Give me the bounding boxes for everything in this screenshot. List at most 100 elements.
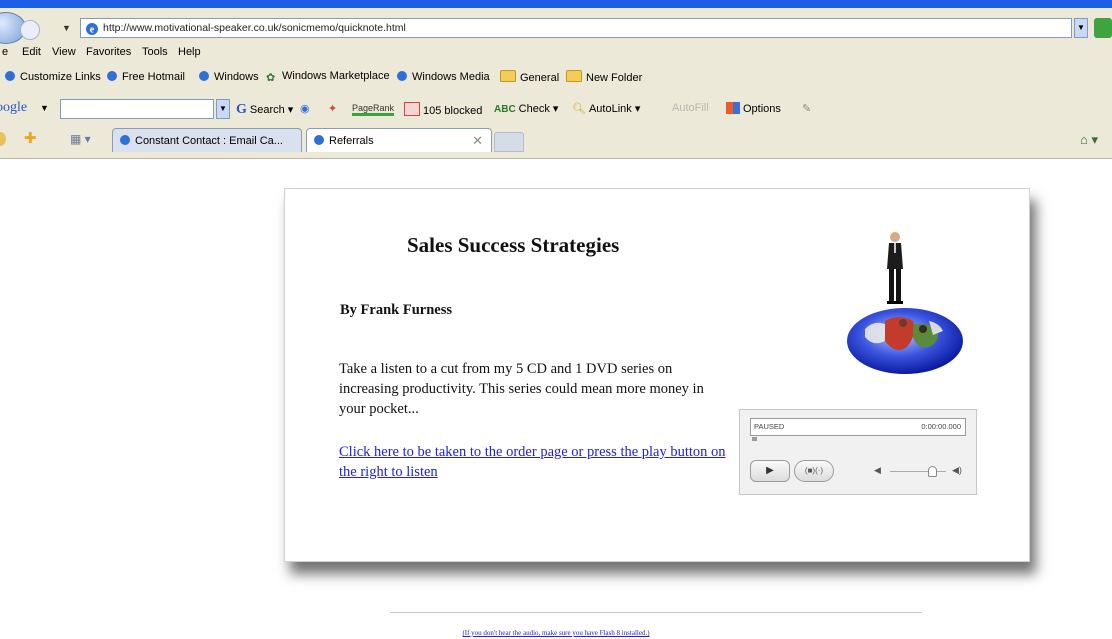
autolink-label: AutoLink	[588, 103, 632, 115]
go-button-icon[interactable]	[1094, 18, 1112, 38]
options-icon	[726, 102, 740, 114]
player-status-bar: PAUSED 0:00:00.000	[750, 418, 966, 436]
svg-text:e: e	[90, 25, 95, 36]
flash-notice-link[interactable]: (If you don't hear the audio, make sure …	[0, 629, 1112, 637]
play-button[interactable]: ▶	[750, 460, 790, 482]
google-logo[interactable]: oogle	[0, 100, 27, 116]
blocked-count: 105 blocked	[423, 105, 483, 117]
player-status: PAUSED	[754, 422, 785, 431]
new-tab-button[interactable]	[494, 132, 524, 152]
ie-icon	[107, 71, 117, 81]
popup-blocker-button[interactable]: 105 blocked	[404, 102, 482, 117]
ie-icon	[199, 71, 209, 81]
add-favorite-icon[interactable]: ✚	[24, 129, 37, 147]
ie-icon: e	[86, 23, 98, 36]
close-tab-icon[interactable]: ✕	[472, 133, 483, 149]
menu-file[interactable]: e	[2, 46, 8, 58]
windows-marketplace-icon: ✿	[266, 72, 276, 84]
google-g-icon: G	[236, 102, 247, 117]
tab-label: Referrals	[329, 135, 374, 147]
google-search-button[interactable]: G Search ▾	[236, 102, 293, 118]
link-label: General	[520, 72, 560, 84]
ie-icon	[397, 71, 407, 81]
pagerank-indicator[interactable]: PageRank	[352, 102, 395, 116]
content-card: Sales Success Strategies By Frank Furnes…	[284, 188, 1030, 562]
tab-label: Constant Contact : Email Ca...	[135, 135, 283, 147]
link-label: Windows Media	[412, 71, 490, 83]
link-new-folder[interactable]: New Folder	[566, 70, 642, 84]
links-bar: Customize Links Free Hotmail Windows ✿ Wi…	[0, 68, 1112, 88]
volume-high-icon: ◀)	[952, 465, 962, 475]
link-general[interactable]: General	[500, 70, 559, 84]
ie-icon	[5, 71, 15, 81]
link-label: Windows Marketplace	[282, 70, 390, 82]
seek-handle[interactable]	[752, 437, 757, 441]
stop-icon: (■)(·)	[804, 466, 824, 475]
autofill-button[interactable]: AutoFill	[672, 102, 709, 114]
link-label: Windows	[214, 71, 259, 83]
favorites-center-icon[interactable]	[0, 132, 6, 146]
spellcheck-button[interactable]: ABC Check ▾	[494, 102, 558, 115]
history-dropdown-icon[interactable]: ▼	[62, 23, 71, 33]
stop-rewind-button[interactable]: (■)(·)	[794, 460, 834, 482]
quick-tabs-icon[interactable]: ▦ ▾	[70, 132, 91, 146]
address-bar[interactable]: e http://www.motivational-speaker.co.uk/…	[80, 18, 1072, 38]
speaker-globe-image	[847, 232, 963, 374]
google-menu-dropdown-icon[interactable]: ▼	[40, 103, 49, 113]
folder-icon	[500, 70, 516, 82]
link-windows-marketplace[interactable]: ✿ Windows Marketplace	[266, 70, 390, 84]
footer-divider	[390, 612, 922, 613]
window-titlebar	[0, 0, 1112, 8]
spellcheck-label: Check	[518, 103, 550, 115]
google-search-input[interactable]	[60, 99, 214, 119]
folder-icon	[566, 70, 582, 82]
autofill-label: AutoFill	[672, 102, 709, 114]
order-page-link[interactable]: Click here to be taken to the order page…	[339, 442, 735, 482]
menu-tools[interactable]: Tools	[142, 46, 168, 58]
tab-constant-contact[interactable]: Constant Contact : Email Ca...	[112, 128, 302, 152]
page-title: Sales Success Strategies	[407, 233, 620, 257]
link-label: Customize Links	[20, 71, 101, 83]
google-search-dropdown-icon[interactable]: ▼	[216, 99, 230, 119]
volume-slider-track[interactable]	[890, 471, 946, 472]
home-icon[interactable]: ⌂ ▾	[1080, 132, 1098, 148]
autolink-icon: 🔍︎	[572, 103, 586, 115]
link-customize-links[interactable]: Customize Links	[4, 70, 101, 83]
tab-referrals[interactable]: Referrals ✕	[306, 128, 492, 152]
pagerank-icon: ✦	[328, 103, 338, 115]
menu-favorites[interactable]: Favorites	[86, 46, 131, 58]
menu-help[interactable]: Help	[178, 46, 201, 58]
address-row: ▼ e http://www.motivational-speaker.co.u…	[0, 12, 1112, 44]
spellcheck-icon: ABC	[494, 104, 516, 115]
link-windows-media[interactable]: Windows Media	[396, 70, 490, 83]
volume-slider-knob[interactable]	[928, 466, 937, 477]
ie-icon	[120, 135, 130, 145]
menu-bar: e Edit View Favorites Tools Help	[0, 44, 1112, 64]
player-time: 0:00:00.000	[921, 422, 961, 431]
link-windows[interactable]: Windows	[198, 70, 259, 83]
pagerank-label: PageRank	[352, 103, 395, 116]
link-label: Free Hotmail	[122, 71, 185, 83]
link-free-hotmail[interactable]: Free Hotmail	[106, 70, 185, 83]
google-search-label: Search	[249, 104, 285, 116]
menu-view[interactable]: View	[52, 46, 76, 58]
volume-low-icon: ◀	[874, 465, 881, 475]
play-icon: ▶	[766, 465, 774, 476]
address-url[interactable]: http://www.motivational-speaker.co.uk/so…	[103, 22, 406, 34]
tab-bar: ✚ ▦ ▾ Constant Contact : Email Ca... Ref…	[0, 126, 1112, 154]
ie-icon	[314, 135, 324, 145]
options-label: Options	[743, 103, 781, 115]
forward-button-icon[interactable]	[20, 20, 40, 40]
options-button[interactable]: Options	[726, 102, 781, 115]
autolink-button[interactable]: 🔍︎ AutoLink ▾	[572, 102, 640, 115]
address-dropdown-icon[interactable]: ▼	[1074, 18, 1088, 38]
menu-edit[interactable]: Edit	[22, 46, 41, 58]
popup-blocker-icon	[404, 102, 420, 116]
author-byline: By Frank Furness	[340, 302, 452, 318]
pencil-icon[interactable]: ✎	[802, 102, 811, 115]
google-toolbar: oogle ▼ ▼ GSearch ▾ ◉ ✦ PageRank 105 blo…	[0, 96, 1112, 122]
audio-player: PAUSED 0:00:00.000 ▶ (■)(·) ◀ ◀)	[739, 409, 977, 495]
description-text: Take a listen to a cut from my 5 CD and …	[339, 361, 704, 417]
news-icon[interactable]: ◉	[300, 102, 310, 115]
link-label: New Folder	[586, 72, 643, 84]
